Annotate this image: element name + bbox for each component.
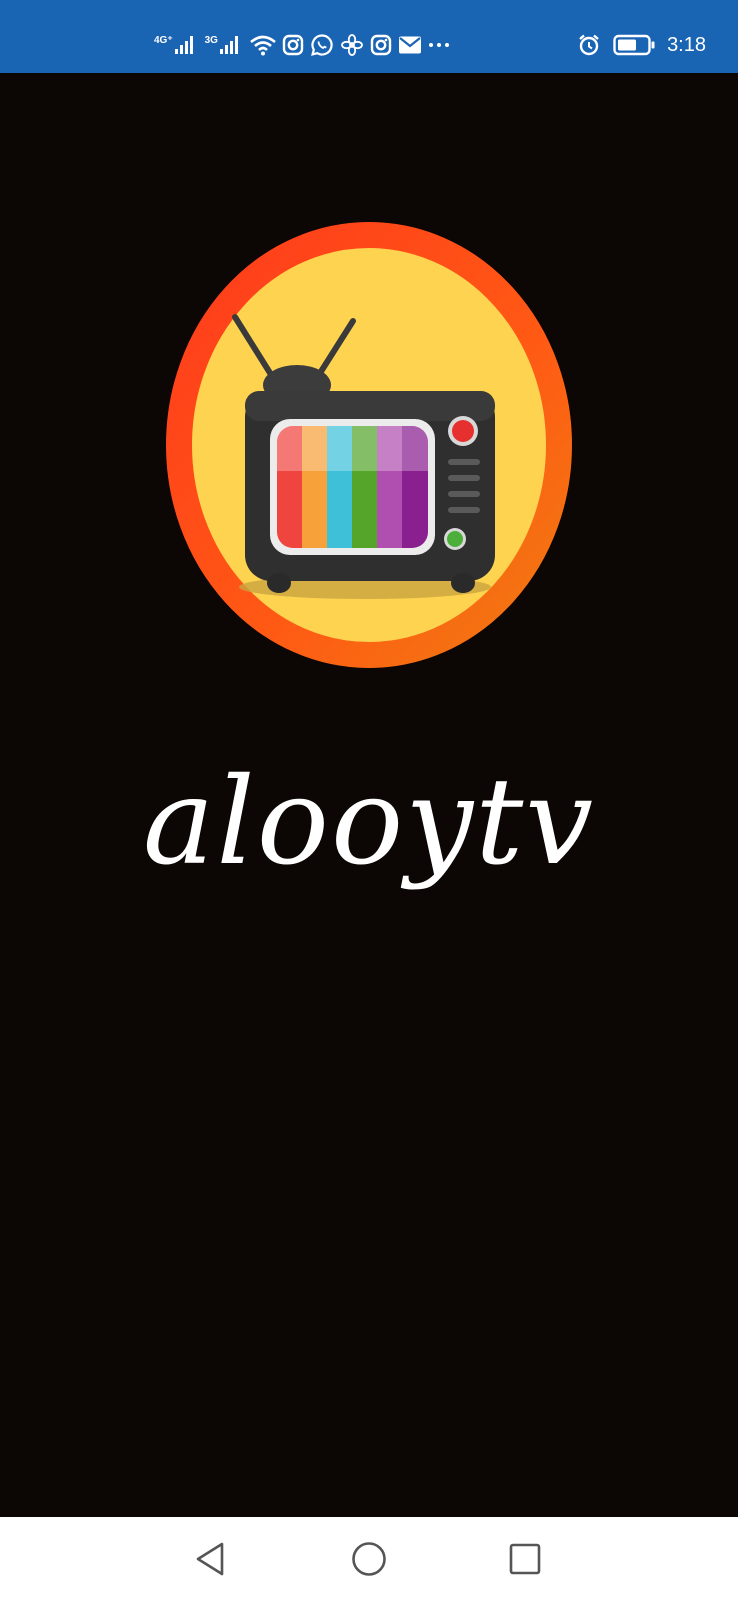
status-icons-left: 4G⁺ 3G	[154, 30, 450, 60]
signal-icon: 4G⁺	[154, 36, 193, 54]
status-icons-right: 3:18	[577, 30, 706, 60]
back-icon[interactable]	[190, 1539, 230, 1579]
app-name: alooytv	[142, 753, 596, 892]
signal-icon: 3G	[205, 36, 238, 54]
network-type-2: 3G	[204, 35, 218, 46]
wifi-icon	[250, 34, 276, 56]
battery-icon	[613, 34, 655, 56]
whatsapp-icon	[310, 33, 334, 57]
tv-logo	[166, 222, 572, 668]
instagram-icon	[370, 34, 392, 56]
alarm-icon	[577, 33, 601, 57]
splash-screen: alooytv	[0, 73, 738, 1517]
mail-icon	[398, 35, 422, 55]
home-icon[interactable]	[349, 1539, 389, 1579]
recents-icon[interactable]	[505, 1539, 545, 1579]
network-type-1: 4G⁺	[154, 35, 173, 46]
status-bar: 4G⁺ 3G 3:18	[0, 0, 738, 73]
instagram-icon	[282, 34, 304, 56]
screen: 4G⁺ 3G 3:18 alooytv	[0, 0, 738, 1600]
flower-icon	[340, 33, 364, 57]
clock: 3:18	[667, 34, 706, 56]
more-icon	[428, 40, 450, 50]
navigation-bar	[0, 1517, 738, 1600]
